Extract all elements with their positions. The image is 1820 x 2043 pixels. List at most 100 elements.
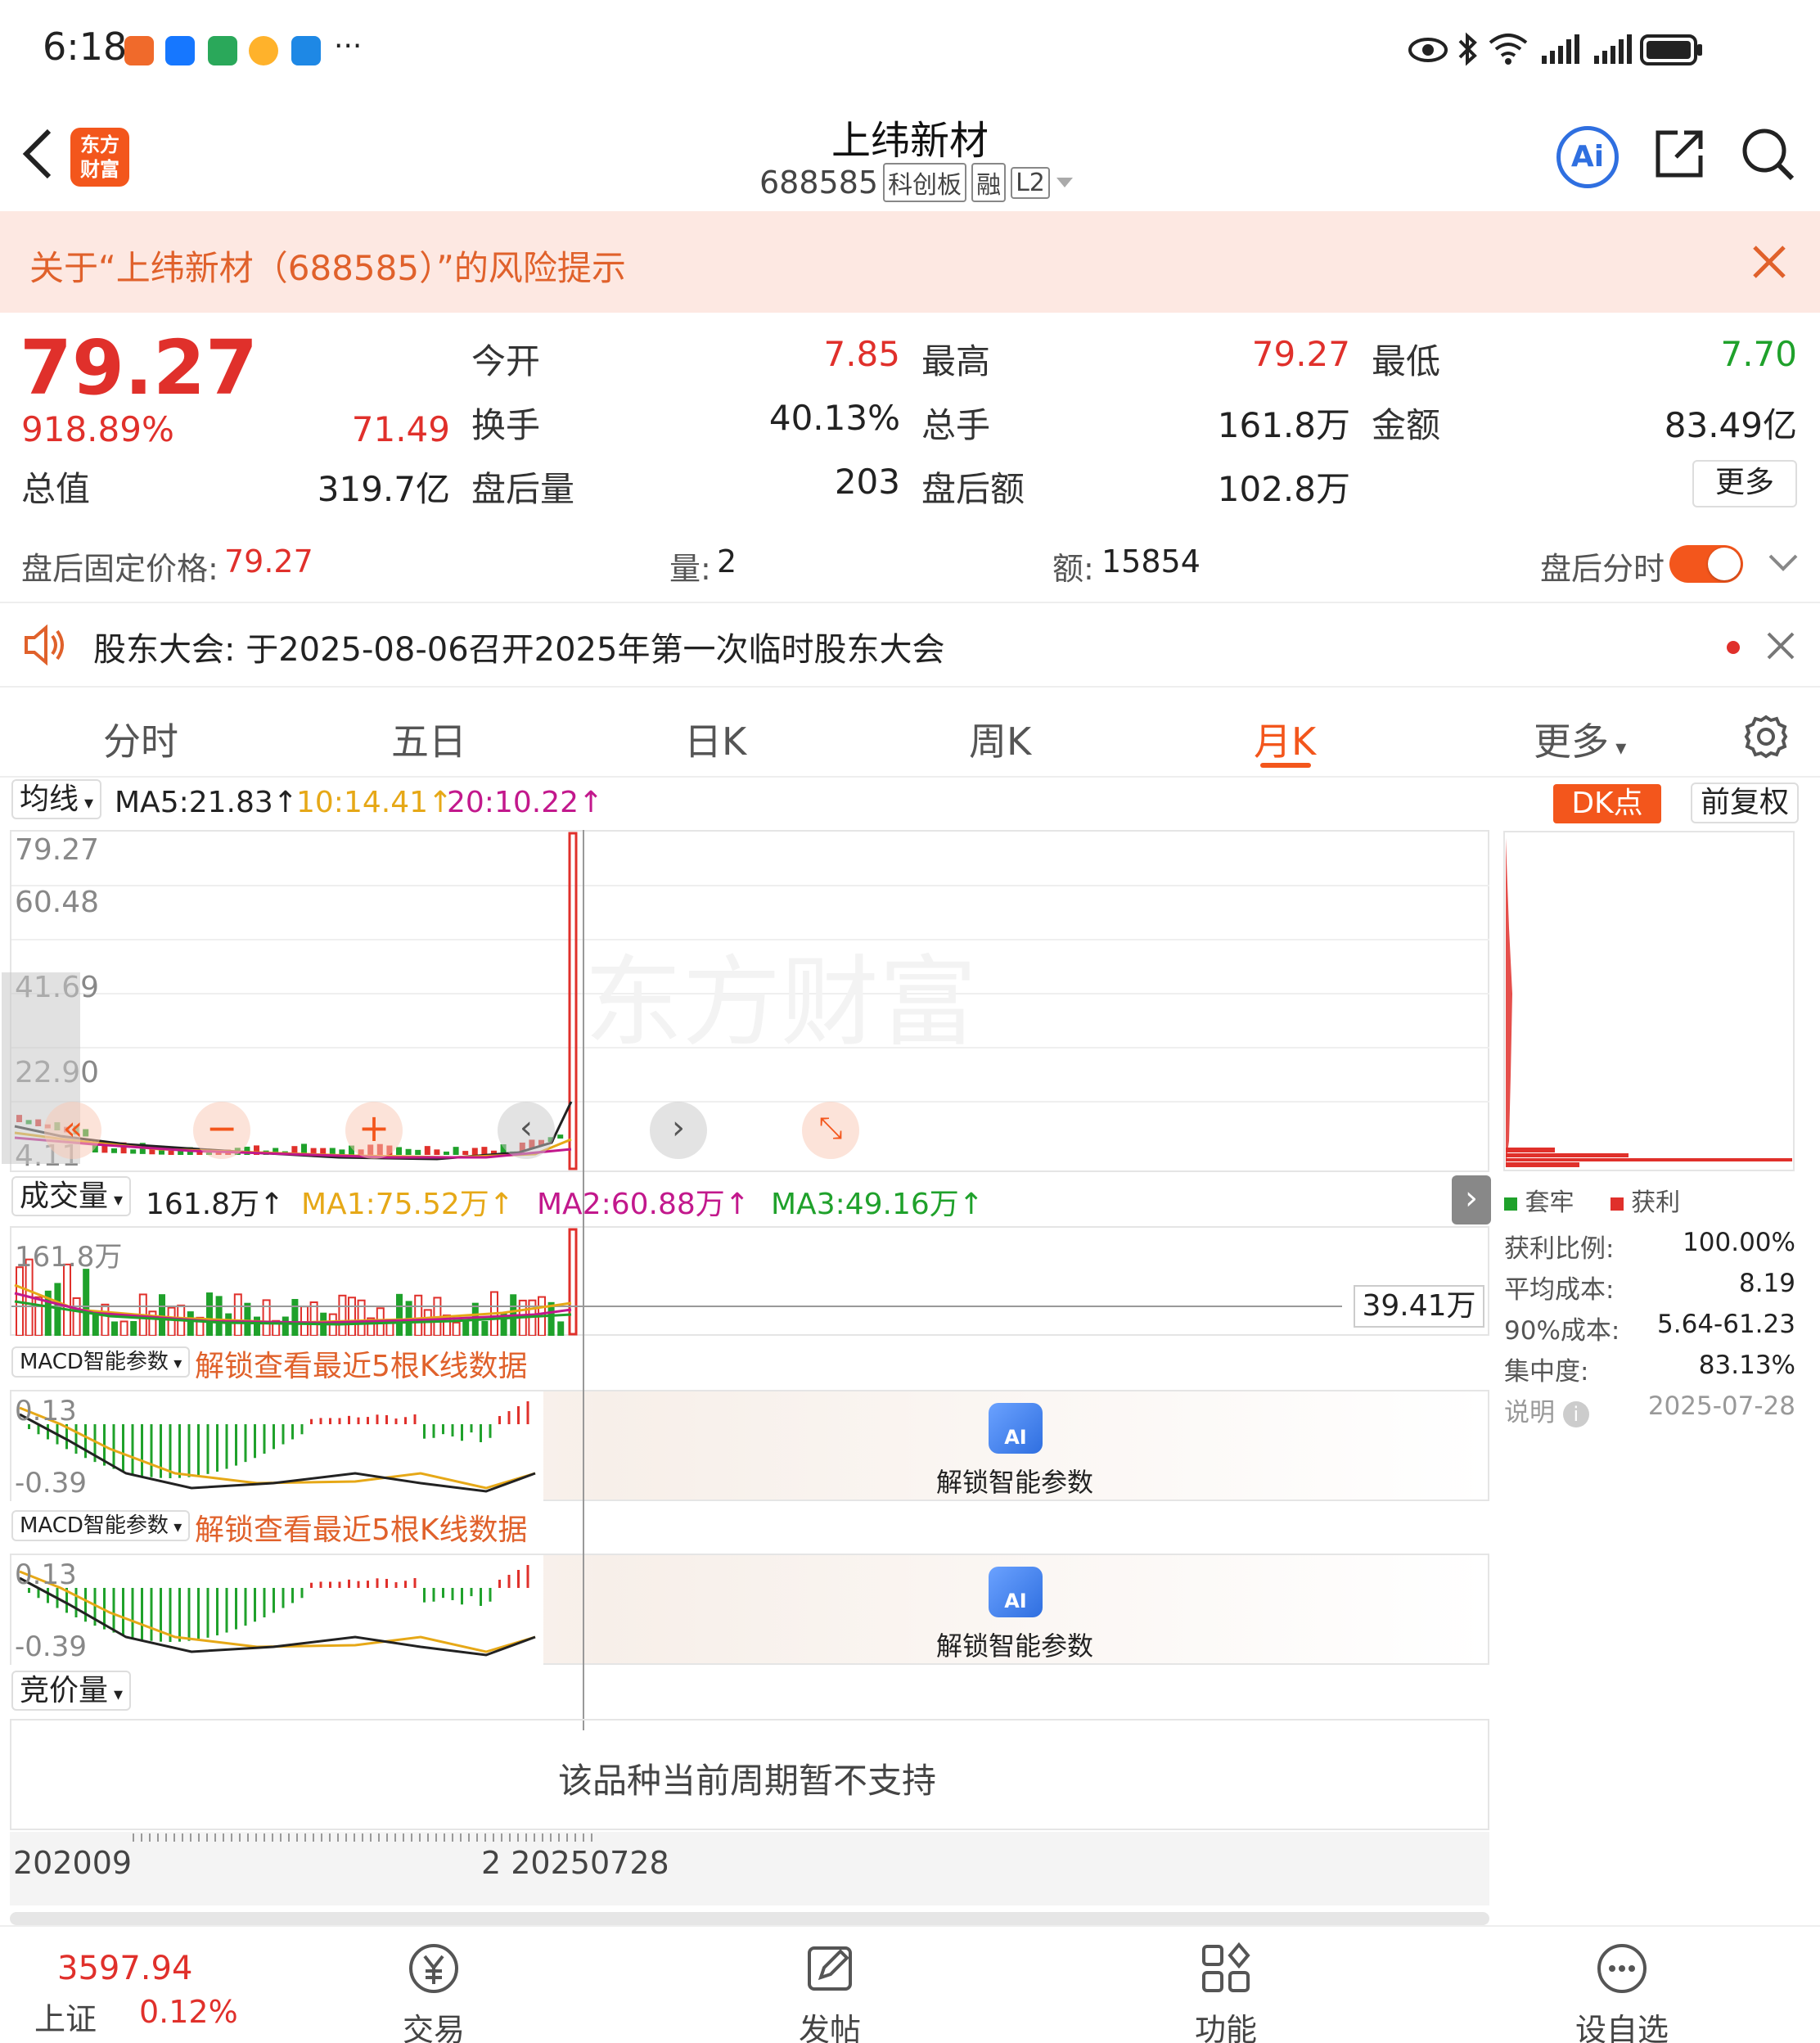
volume-select[interactable]: 成交量 ▾ xyxy=(11,1176,132,1220)
unsupported-message: 该品种当前周期暂不支持 xyxy=(558,1761,937,1801)
macd-bar xyxy=(394,1582,398,1588)
scroll-right-button[interactable]: › xyxy=(650,1102,707,1159)
ai-chart-icon: AI xyxy=(989,1567,1043,1617)
fullscreen-button[interactable]: ⤡ xyxy=(802,1102,859,1159)
nav-trade[interactable]: 交易 xyxy=(352,1940,516,2043)
search-icon[interactable] xyxy=(1740,126,1795,182)
macd-bar xyxy=(225,1588,228,1633)
zoom-in-button[interactable]: + xyxy=(345,1102,403,1159)
tab-five-day[interactable]: 五日 xyxy=(391,712,466,766)
nav-post[interactable]: 发帖 xyxy=(748,1940,912,2043)
stock-code-row[interactable]: 688585 科创板 融 L2 xyxy=(759,162,1074,203)
afterhours-volume-value: 203 xyxy=(834,462,900,502)
range-scrollbar[interactable] xyxy=(10,1912,1489,1925)
macd-bar xyxy=(300,1588,304,1599)
index-name: 上证 xyxy=(34,2001,97,2037)
expand-side-button[interactable]: › xyxy=(1452,1175,1491,1224)
macd-bar xyxy=(84,1588,87,1622)
tab-monthly-k[interactable]: 月K xyxy=(1254,712,1316,766)
volume-value: 161.8万↑ xyxy=(146,1188,285,1221)
macd-bar xyxy=(413,1414,417,1424)
close-icon[interactable] xyxy=(1766,631,1795,661)
ai-button[interactable]: Ai xyxy=(1556,126,1619,188)
stock-name: 上纬新材 xyxy=(831,118,989,164)
afterhours-qty-value: 2 xyxy=(717,543,737,580)
board-badge: 科创板 xyxy=(883,163,967,202)
change-amount: 71.49 xyxy=(351,409,450,449)
fixed-price-value: 79.27 xyxy=(224,543,313,580)
x-axis-start: 202009 xyxy=(13,1845,133,1881)
macd-bar xyxy=(319,1418,322,1424)
macd-select[interactable]: MACD智能参数 ▾ xyxy=(11,1344,191,1381)
macd-chart[interactable]: 0.13 -0.39 AI 解锁智能参数 xyxy=(10,1554,1489,1665)
kline-chart[interactable]: 东方财富 79.27 60.48 41.69 22.90 4.11 « − + … xyxy=(2,830,1489,1173)
macd-select[interactable]: MACD智能参数 ▾ xyxy=(11,1508,191,1545)
volume-bar xyxy=(233,1293,242,1336)
macd-unlock-link[interactable]: 解锁查看最近5根K线数据 xyxy=(195,1506,528,1549)
macd-bar xyxy=(187,1424,191,1477)
macd-bar xyxy=(517,1406,520,1424)
auction-select[interactable]: 竞价量 ▾ xyxy=(11,1671,132,1715)
tab-more[interactable]: 更多 ▾ xyxy=(1534,712,1626,766)
volume-bar xyxy=(34,1296,43,1336)
tab-daily-k[interactable]: 日K xyxy=(684,712,746,766)
settings-icon[interactable] xyxy=(1743,714,1789,760)
unread-dot xyxy=(1727,641,1740,654)
ma-select[interactable]: 均线 ▾ xyxy=(11,779,102,823)
speaker-icon xyxy=(25,625,64,665)
afterhours-chart-toggle[interactable] xyxy=(1669,545,1743,583)
unlock-params-button[interactable]: 解锁智能参数 xyxy=(936,1626,1093,1663)
macd-chart[interactable]: 0.13 -0.39 AI 解锁智能参数 xyxy=(10,1390,1489,1501)
macd-bar xyxy=(254,1588,256,1622)
candle xyxy=(557,1134,564,1139)
close-icon[interactable] xyxy=(1751,244,1787,280)
macd-bar xyxy=(131,1424,134,1474)
zoom-out-button[interactable]: − xyxy=(193,1102,250,1159)
quote-panel: 79.27 918.89% 71.49 总值 319.7亿 今开 7.85 换手… xyxy=(0,313,1820,525)
macd-bar xyxy=(385,1578,388,1588)
chip-note-row[interactable]: 说明 i 2025-07-28 xyxy=(1504,1391,1795,1437)
macd-bar xyxy=(84,1424,87,1459)
back-icon[interactable] xyxy=(20,128,56,180)
macd-svg xyxy=(11,1391,543,1501)
nav-add-watchlist[interactable]: 设自选 xyxy=(1540,1940,1704,2043)
browser-icon xyxy=(291,36,321,65)
macd-top-tick: 0.13 xyxy=(15,1395,77,1427)
tab-intraday[interactable]: 分时 xyxy=(103,712,178,766)
macd-bar xyxy=(319,1581,322,1588)
open-label: 今开 xyxy=(471,341,541,381)
tab-weekly-k[interactable]: 周K xyxy=(969,712,1031,766)
share-icon[interactable] xyxy=(1653,128,1705,180)
volume-chart[interactable]: 161.8万 39.41万 xyxy=(10,1226,1489,1336)
scroll-left-button[interactable]: ‹ xyxy=(498,1102,555,1159)
macd-unlock-link[interactable]: 解锁查看最近5根K线数据 xyxy=(195,1342,528,1385)
dk-point-button[interactable]: DK点 xyxy=(1553,784,1661,823)
macd-dif-line xyxy=(19,1576,536,1657)
announcement-bar[interactable]: 股东大会: 于2025-08-06召开2025年第一次临时股东大会 xyxy=(0,602,1820,688)
more-quote-button[interactable]: 更多 xyxy=(1692,460,1797,507)
macd-bar xyxy=(216,1424,218,1472)
risk-warning-bar[interactable]: 关于“上纬新材（688585）”的风险提示 xyxy=(0,211,1820,313)
forward-adjust-button[interactable]: 前复权 xyxy=(1691,782,1799,823)
bluetooth-icon xyxy=(1458,32,1477,66)
macd-bar xyxy=(338,1418,341,1424)
caret-down-icon: ▾ xyxy=(1609,736,1627,760)
info-icon: i xyxy=(1562,1401,1589,1427)
chip-distribution-chart[interactable] xyxy=(1502,830,1795,1172)
macd-bar xyxy=(423,1588,426,1603)
more-notifications: ··· xyxy=(334,29,363,63)
margin-badge: 融 xyxy=(971,163,1007,202)
macd-bar xyxy=(526,1565,529,1588)
index-ticker[interactable]: 3597.94 上证 0.12% xyxy=(23,1945,252,2043)
macd-bar xyxy=(197,1588,200,1640)
ma10-value: 10:14.41↑ xyxy=(296,786,453,819)
macd-bar xyxy=(498,1416,501,1424)
unlock-params-button[interactable]: 解锁智能参数 xyxy=(936,1462,1093,1500)
macd-dif-line xyxy=(19,1413,536,1493)
nav-functions[interactable]: 功能 xyxy=(1144,1940,1308,2043)
macd-bar xyxy=(517,1570,520,1588)
rewind-button[interactable]: « xyxy=(44,1102,101,1159)
chevron-down-icon[interactable] xyxy=(1768,553,1799,573)
more-icon xyxy=(1597,1944,1647,1993)
high-label: 最高 xyxy=(921,341,991,381)
